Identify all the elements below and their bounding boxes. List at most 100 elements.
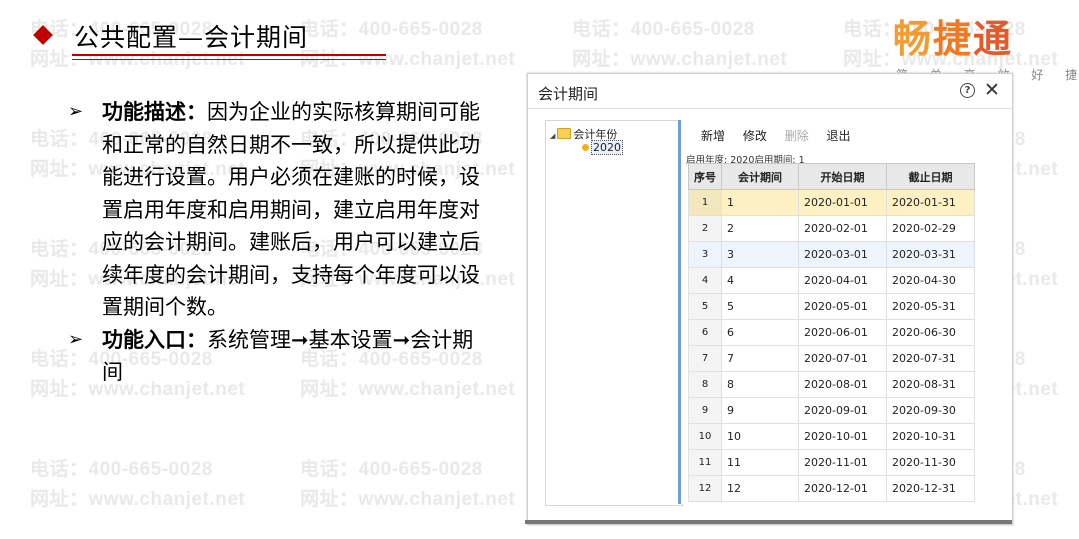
- cell-start[interactable]: 2020-09-01: [798, 397, 887, 424]
- logo-char: 畅: [893, 17, 934, 61]
- bullet-text: 因为企业的实际核算期间可能和正常的自然日期不一致，所以提供此功能进行设置。用户必…: [102, 100, 480, 319]
- title-underline-thin: [72, 59, 386, 60]
- table-row[interactable]: 3 3 2020-03-01 2020-03-31: [688, 241, 975, 268]
- cell-no: 1: [688, 189, 722, 216]
- dialog-bottom-border: [525, 520, 1012, 524]
- bullet-label: 功能描述：: [102, 99, 207, 124]
- close-icon[interactable]: ✕: [984, 79, 1000, 101]
- description-list: ➢ 功能描述：因为企业的实际核算期间可能和正常的自然日期不一致，所以提供此功能进行…: [68, 96, 488, 389]
- cell-period[interactable]: 10: [721, 423, 799, 450]
- table-row[interactable]: 5 5 2020-05-01 2020-05-31: [688, 293, 975, 320]
- cell-no: 10: [688, 423, 722, 450]
- cell-end[interactable]: 2020-09-30: [886, 397, 975, 424]
- expand-triangle-icon[interactable]: ◢: [550, 132, 555, 140]
- arrow-bullet-icon: ➢: [68, 101, 84, 122]
- cell-end[interactable]: 2020-01-31: [886, 189, 975, 216]
- column-header[interactable]: 序号: [688, 163, 722, 190]
- cell-period[interactable]: 6: [721, 319, 799, 346]
- watermark-web: 网址：www.chanjet.net: [300, 489, 516, 510]
- folder-icon: [557, 128, 572, 139]
- cell-period[interactable]: 9: [721, 397, 799, 424]
- cell-no: 9: [688, 397, 722, 424]
- exit-button[interactable]: 退出: [827, 129, 851, 143]
- tree-node-2020[interactable]: 2020: [582, 140, 623, 155]
- cell-period[interactable]: 2: [721, 215, 799, 242]
- cell-no: 2: [688, 215, 722, 242]
- cell-no: 4: [688, 267, 722, 294]
- cell-start[interactable]: 2020-02-01: [798, 215, 887, 242]
- cell-start[interactable]: 2020-07-01: [798, 345, 887, 372]
- cell-period[interactable]: 11: [721, 449, 799, 476]
- watermark-web: 网址：www.chanjet.net: [30, 489, 246, 510]
- cell-end[interactable]: 2020-11-30: [886, 449, 975, 476]
- question-circle-icon[interactable]: ?: [960, 83, 975, 98]
- cell-no: 12: [688, 475, 722, 502]
- cell-no: 11: [688, 449, 722, 476]
- watermark-phone: 电话：400-665-0028: [30, 459, 213, 480]
- dialog-title: 会计期间: [538, 85, 599, 103]
- cell-no: 6: [688, 319, 722, 346]
- cell-no: 3: [688, 241, 722, 268]
- table-row[interactable]: 10 10 2020-10-01 2020-10-31: [688, 423, 975, 450]
- table-row[interactable]: 6 6 2020-06-01 2020-06-30: [688, 319, 975, 346]
- cell-end[interactable]: 2020-10-31: [886, 423, 975, 450]
- column-header[interactable]: 开始日期: [798, 163, 887, 190]
- delete-button[interactable]: 删除: [785, 129, 809, 143]
- cell-end[interactable]: 2020-08-31: [886, 371, 975, 398]
- bullet-item: ➢ 功能入口：系统管理➞基本设置➞会计期间: [68, 324, 488, 389]
- logo-char: 捷: [933, 17, 974, 61]
- cell-period[interactable]: 8: [721, 371, 799, 398]
- column-header[interactable]: 截止日期: [886, 163, 975, 190]
- cell-end[interactable]: 2020-03-31: [886, 241, 975, 268]
- cell-start[interactable]: 2020-06-01: [798, 319, 887, 346]
- slide-title: 公共配置—会计期间: [74, 23, 309, 52]
- title-underline: [72, 54, 386, 56]
- watermark-phone: 电话：400-665-0028: [300, 19, 483, 40]
- table-row[interactable]: 12 12 2020-12-01 2020-12-31: [688, 475, 975, 502]
- tree-node-label[interactable]: 2020: [591, 140, 623, 155]
- table-row[interactable]: 8 8 2020-08-01 2020-08-31: [688, 371, 975, 398]
- cell-end[interactable]: 2020-12-31: [886, 475, 975, 502]
- leaf-dot-icon: [582, 144, 589, 151]
- cell-no: 7: [688, 345, 722, 372]
- cell-end[interactable]: 2020-04-30: [886, 267, 975, 294]
- period-panel: 新增 修改 删除 退出 启用年度: 2020启用期间: 1 序号 会计期间 开始…: [678, 120, 999, 504]
- cell-end[interactable]: 2020-02-29: [886, 215, 975, 242]
- cell-end[interactable]: 2020-05-31: [886, 293, 975, 320]
- cell-start[interactable]: 2020-04-01: [798, 267, 887, 294]
- brand-logo: 畅捷通: [893, 8, 1013, 63]
- year-tree: ◢ 会计年份 2020: [545, 120, 683, 506]
- cell-period[interactable]: 4: [721, 267, 799, 294]
- cell-period[interactable]: 1: [721, 189, 799, 216]
- add-button[interactable]: 新增: [701, 129, 725, 143]
- table-row[interactable]: 11 11 2020-11-01 2020-11-30: [688, 449, 975, 476]
- table-header-row: 序号 会计期间 开始日期 截止日期: [688, 163, 975, 190]
- logo-char: 通: [973, 17, 1014, 61]
- cell-start[interactable]: 2020-10-01: [798, 423, 887, 450]
- diamond-bullet-icon: [33, 25, 53, 45]
- cell-period[interactable]: 12: [721, 475, 799, 502]
- column-header[interactable]: 会计期间: [721, 163, 799, 190]
- cell-start[interactable]: 2020-01-01: [798, 189, 887, 216]
- table-row[interactable]: 7 7 2020-07-01 2020-07-31: [688, 345, 975, 372]
- cell-end[interactable]: 2020-06-30: [886, 319, 975, 346]
- cell-start[interactable]: 2020-08-01: [798, 371, 887, 398]
- watermark-web: 网址：www.chanjet.net: [572, 49, 788, 70]
- table-row[interactable]: 4 4 2020-04-01 2020-04-30: [688, 267, 975, 294]
- period-table: 序号 会计期间 开始日期 截止日期 1 1 2020-01-01 2020-01-31…: [688, 163, 975, 502]
- cell-period[interactable]: 3: [721, 241, 799, 268]
- cell-start[interactable]: 2020-05-01: [798, 293, 887, 320]
- cell-period[interactable]: 5: [721, 293, 799, 320]
- cell-start[interactable]: 2020-11-01: [798, 449, 887, 476]
- edit-button[interactable]: 修改: [743, 129, 767, 143]
- dialog-divider: [528, 108, 1012, 109]
- cell-period[interactable]: 7: [721, 345, 799, 372]
- table-row[interactable]: 9 9 2020-09-01 2020-09-30: [688, 397, 975, 424]
- bullet-item: ➢ 功能描述：因为企业的实际核算期间可能和正常的自然日期不一致，所以提供此功能进行…: [68, 96, 488, 324]
- cell-end[interactable]: 2020-07-31: [886, 345, 975, 372]
- cell-start[interactable]: 2020-12-01: [798, 475, 887, 502]
- cell-start[interactable]: 2020-03-01: [798, 241, 887, 268]
- table-row[interactable]: 2 2 2020-02-01 2020-02-29: [688, 215, 975, 242]
- table-row[interactable]: 1 1 2020-01-01 2020-01-31: [688, 189, 975, 216]
- arrow-bullet-icon: ➢: [68, 328, 84, 350]
